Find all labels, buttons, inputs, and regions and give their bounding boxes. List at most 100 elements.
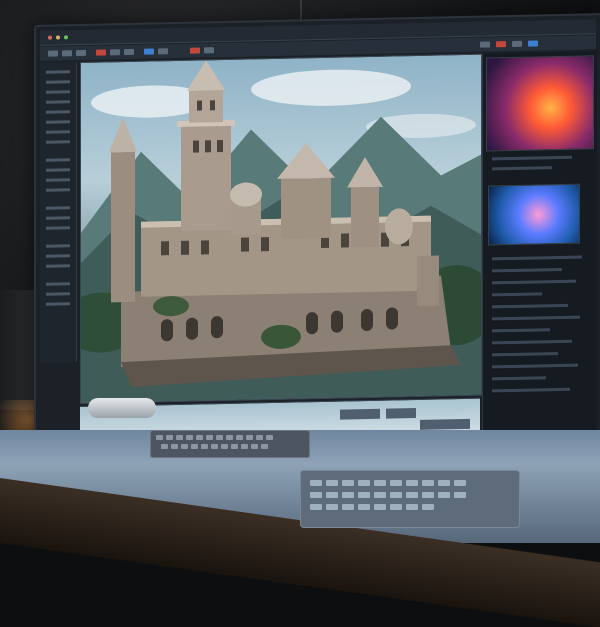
control-keypad[interactable] (300, 470, 520, 528)
layer-row[interactable] (46, 244, 70, 248)
layer-row[interactable] (46, 158, 70, 162)
key[interactable] (221, 444, 228, 449)
tool-icon[interactable] (96, 49, 106, 56)
key[interactable] (374, 480, 386, 486)
layer-row[interactable] (46, 178, 70, 182)
key[interactable] (326, 492, 338, 498)
key[interactable] (191, 444, 198, 449)
white-cylinder-device (88, 398, 156, 418)
key[interactable] (422, 480, 434, 486)
tool-icon[interactable] (124, 48, 134, 56)
key[interactable] (374, 492, 386, 498)
tool-icon[interactable] (512, 40, 522, 47)
key[interactable] (201, 444, 208, 449)
key[interactable] (326, 504, 338, 510)
keyboard[interactable] (150, 430, 310, 458)
key[interactable] (236, 435, 243, 440)
canvas-viewport[interactable] (80, 53, 482, 405)
key[interactable] (310, 480, 322, 486)
tool-icon[interactable] (158, 48, 168, 55)
tool-icon[interactable] (62, 50, 72, 57)
tool-icon[interactable] (204, 47, 214, 54)
layer-row[interactable] (46, 216, 70, 220)
key[interactable] (374, 504, 386, 510)
layer-row[interactable] (46, 264, 70, 268)
tool-icon[interactable] (110, 49, 120, 56)
key[interactable] (186, 435, 193, 440)
menu-dot-icon[interactable] (56, 35, 60, 40)
timeline-clip[interactable] (386, 407, 416, 419)
layer-row[interactable] (46, 100, 70, 104)
key[interactable] (342, 492, 354, 498)
key[interactable] (166, 435, 173, 440)
tool-icon[interactable] (76, 49, 86, 57)
layer-row[interactable] (46, 226, 70, 230)
layer-row[interactable] (46, 140, 70, 144)
tool-icon[interactable] (48, 50, 58, 57)
layer-row[interactable] (46, 120, 70, 124)
key[interactable] (216, 435, 223, 440)
key[interactable] (406, 480, 418, 486)
key[interactable] (246, 435, 253, 440)
key[interactable] (438, 492, 450, 498)
key[interactable] (358, 492, 370, 498)
key[interactable] (342, 504, 354, 510)
key[interactable] (358, 480, 370, 486)
key[interactable] (226, 435, 233, 440)
key[interactable] (390, 504, 402, 510)
key[interactable] (241, 444, 248, 449)
layer-row[interactable] (46, 70, 70, 74)
key[interactable] (196, 435, 203, 440)
key[interactable] (261, 444, 268, 449)
layer-row[interactable] (46, 130, 70, 134)
layer-row[interactable] (46, 206, 70, 210)
castle-illustration (80, 60, 482, 404)
menu-dot-icon[interactable] (48, 35, 52, 40)
key[interactable] (390, 480, 402, 486)
key[interactable] (406, 492, 418, 498)
key[interactable] (171, 444, 178, 449)
layer-row[interactable] (46, 168, 70, 172)
key[interactable] (342, 480, 354, 486)
key[interactable] (161, 444, 168, 449)
left-stand (0, 290, 34, 410)
layer-row[interactable] (46, 110, 70, 114)
key[interactable] (266, 435, 273, 440)
key[interactable] (406, 504, 418, 510)
key[interactable] (310, 504, 322, 510)
tool-icon[interactable] (480, 41, 490, 48)
layer-row[interactable] (46, 254, 70, 258)
key[interactable] (156, 435, 163, 440)
tool-icon[interactable] (190, 47, 200, 54)
nebula-render-thumbnail[interactable] (488, 183, 580, 246)
key[interactable] (251, 444, 258, 449)
key[interactable] (310, 492, 322, 498)
key[interactable] (181, 444, 188, 449)
tool-icon[interactable] (496, 41, 506, 48)
key[interactable] (438, 480, 450, 486)
tool-icon[interactable] (528, 40, 538, 47)
menu-dot-icon[interactable] (64, 35, 68, 40)
key[interactable] (211, 444, 218, 449)
key[interactable] (256, 435, 263, 440)
layer-row[interactable] (46, 80, 70, 84)
key[interactable] (231, 444, 238, 449)
key[interactable] (206, 435, 213, 440)
timeline-clip[interactable] (420, 418, 470, 430)
layer-row[interactable] (46, 292, 70, 296)
timeline-clip[interactable] (340, 408, 380, 420)
layer-row[interactable] (46, 188, 70, 192)
key[interactable] (422, 504, 434, 510)
key[interactable] (390, 492, 402, 498)
key[interactable] (176, 435, 183, 440)
key[interactable] (454, 492, 466, 498)
layer-row[interactable] (46, 282, 70, 286)
fire-render-thumbnail[interactable] (486, 55, 594, 152)
layer-row[interactable] (46, 90, 70, 94)
key[interactable] (326, 480, 338, 486)
tool-icon[interactable] (144, 48, 154, 55)
layer-row[interactable] (46, 302, 70, 306)
key[interactable] (422, 492, 434, 498)
key[interactable] (454, 480, 466, 486)
key[interactable] (358, 504, 370, 510)
